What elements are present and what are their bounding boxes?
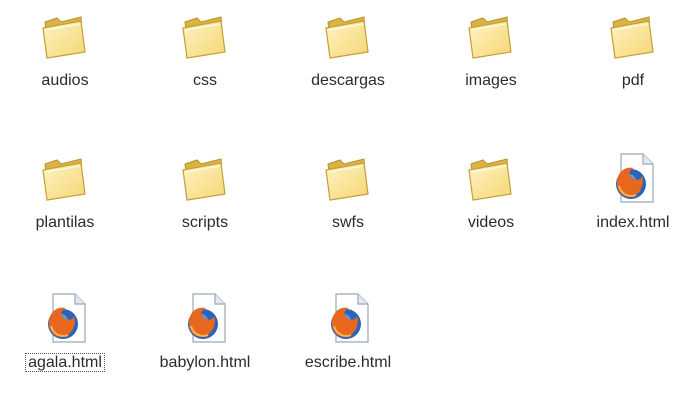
folder-icon bbox=[463, 150, 519, 206]
item-label: escribe.html bbox=[304, 354, 392, 371]
item-label: index.html bbox=[596, 214, 670, 231]
firefox-document-icon bbox=[605, 150, 661, 206]
folder-icon bbox=[37, 150, 93, 206]
folder-item-pdf[interactable]: pdf bbox=[568, 0, 683, 120]
file-grid: audios css descargas images pdf plantila… bbox=[0, 0, 683, 383]
folder-item-css[interactable]: css bbox=[140, 0, 270, 120]
folder-item-scripts[interactable]: scripts bbox=[140, 142, 270, 262]
folder-icon bbox=[320, 8, 376, 64]
folder-icon bbox=[177, 8, 233, 64]
item-label: videos bbox=[467, 214, 515, 231]
folder-item-audios[interactable]: audios bbox=[0, 0, 130, 120]
item-label: images bbox=[465, 72, 517, 89]
folder-icon bbox=[605, 8, 661, 64]
item-label: scripts bbox=[181, 214, 229, 231]
file-item-agala-html[interactable]: agala.html bbox=[0, 282, 130, 402]
item-label: swfs bbox=[332, 214, 364, 231]
item-label: plantilas bbox=[35, 214, 95, 231]
firefox-document-icon bbox=[37, 290, 93, 346]
firefox-document-icon bbox=[177, 290, 233, 346]
folder-item-swfs[interactable]: swfs bbox=[283, 142, 413, 262]
file-item-index-html[interactable]: index.html bbox=[568, 142, 683, 262]
folder-item-videos[interactable]: videos bbox=[426, 142, 556, 262]
folder-item-plantilas[interactable]: plantilas bbox=[0, 142, 130, 262]
folder-icon bbox=[320, 150, 376, 206]
folder-item-images[interactable]: images bbox=[426, 0, 556, 120]
folder-item-descargas[interactable]: descargas bbox=[283, 0, 413, 120]
folder-icon bbox=[177, 150, 233, 206]
firefox-document-icon bbox=[320, 290, 376, 346]
folder-icon bbox=[463, 8, 519, 64]
file-item-escribe-html[interactable]: escribe.html bbox=[283, 282, 413, 402]
item-label: agala.html bbox=[0, 353, 130, 373]
folder-icon bbox=[37, 8, 93, 64]
item-label: descargas bbox=[311, 72, 385, 89]
item-label: babylon.html bbox=[159, 354, 251, 371]
item-label: audios bbox=[41, 72, 89, 89]
item-label: pdf bbox=[621, 72, 645, 89]
item-label: css bbox=[193, 72, 217, 89]
file-item-babylon-html[interactable]: babylon.html bbox=[140, 282, 270, 402]
